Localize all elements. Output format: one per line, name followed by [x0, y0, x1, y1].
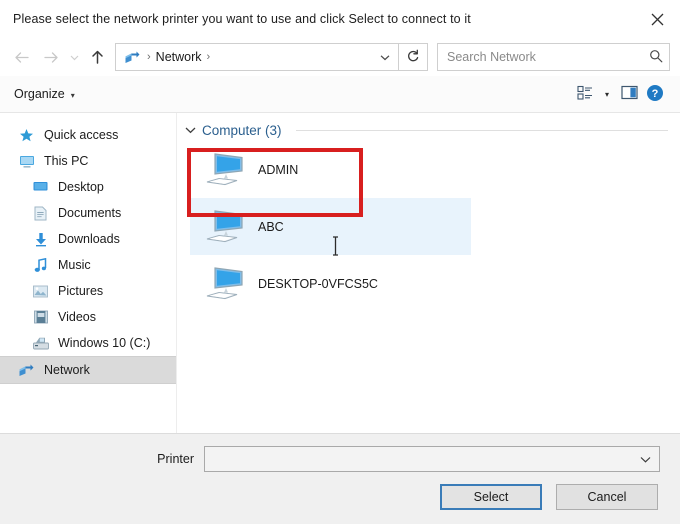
computer-icon — [202, 150, 248, 190]
help-icon: ? — [646, 84, 664, 105]
sidebar-item-pictures[interactable]: Pictures — [0, 278, 176, 304]
monitor-icon — [18, 153, 35, 170]
refresh-icon — [406, 49, 420, 66]
file-list-pane: Computer (3) ADMIN ABC DESKTOP-0VFCS5C — [177, 113, 680, 433]
sidebar-item-label: Downloads — [58, 232, 120, 246]
group-header-computer[interactable]: Computer (3) — [177, 119, 680, 141]
sidebar-item-label: Network — [44, 363, 90, 377]
close-button[interactable] — [634, 0, 680, 38]
search-box[interactable]: Search Network — [437, 43, 670, 71]
desktop-icon — [32, 179, 49, 196]
music-icon — [32, 257, 49, 274]
sidebar-item-quick-access[interactable]: Quick access — [0, 122, 176, 148]
forward-button[interactable] — [36, 42, 66, 72]
printer-row: Printer — [20, 446, 660, 472]
sidebar-item-this-pc[interactable]: This PC — [0, 148, 176, 174]
cancel-button[interactable]: Cancel — [556, 484, 658, 510]
chevron-down-icon[interactable] — [185, 126, 196, 134]
page-title: Please select the network printer you wa… — [13, 12, 471, 26]
preview-pane-icon — [620, 85, 638, 103]
sidebar-item-windows-10-c[interactable]: Windows 10 (C:) — [0, 330, 176, 356]
navigation-pane: Quick access This PC Desktop Documents D… — [0, 113, 177, 433]
star-icon — [18, 127, 35, 144]
sidebar-item-label: Videos — [58, 310, 96, 324]
sidebar-item-videos[interactable]: Videos — [0, 304, 176, 330]
sidebar-item-label: Quick access — [44, 128, 119, 142]
arrow-up-icon — [90, 49, 105, 65]
videos-icon — [32, 309, 49, 326]
sidebar-item-label: Windows 10 (C:) — [58, 336, 151, 350]
group-divider — [295, 129, 668, 131]
printer-combobox[interactable] — [204, 446, 660, 472]
sidebar-item-desktop[interactable]: Desktop — [0, 174, 176, 200]
back-button[interactable] — [6, 42, 36, 72]
sidebar-item-label: Music — [58, 258, 91, 272]
organize-label: Organize — [14, 87, 65, 101]
title-bar: Please select the network printer you wa… — [0, 0, 680, 38]
list-item-label: ADMIN — [258, 162, 299, 177]
list-item[interactable]: ADMIN — [190, 141, 471, 198]
sidebar-item-network[interactable]: Network — [0, 356, 176, 384]
search-input[interactable]: Search Network — [447, 50, 649, 64]
arrow-left-icon — [13, 50, 30, 65]
navigation-bar: › Network › Search Network — [0, 38, 680, 76]
list-item[interactable]: DESKTOP-0VFCS5C — [190, 255, 471, 312]
documents-icon — [32, 205, 49, 222]
chevron-down-icon — [70, 54, 79, 61]
group-title: Computer (3) — [202, 122, 282, 138]
sidebar-item-label: Pictures — [58, 284, 104, 298]
sidebar-item-downloads[interactable]: Downloads — [0, 226, 176, 252]
svg-text:?: ? — [652, 88, 659, 100]
view-options-icon — [577, 85, 593, 104]
arrow-right-icon — [43, 50, 60, 65]
computer-icon — [202, 207, 248, 247]
up-button[interactable] — [82, 42, 112, 72]
sidebar-item-label: This PC — [44, 154, 89, 168]
button-row: Select Cancel — [20, 484, 660, 510]
sidebar-item-label: Desktop — [58, 180, 104, 194]
chevron-down-icon: ▾ — [70, 90, 75, 100]
sidebar-item-label: Documents — [58, 206, 122, 220]
list-item-label: ABC — [258, 219, 284, 234]
view-options-button[interactable] — [572, 81, 598, 107]
sidebar-item-documents[interactable]: Documents — [0, 200, 176, 226]
refresh-button[interactable] — [399, 43, 428, 71]
search-icon — [649, 49, 663, 66]
view-options-caret[interactable]: ▾ — [598, 81, 616, 107]
dialog-footer: Printer Select Cancel — [0, 433, 680, 524]
address-bar[interactable]: › Network › — [115, 43, 399, 71]
computer-icon — [202, 264, 248, 304]
help-button[interactable]: ? — [642, 81, 668, 107]
breadcrumb-separator-leading: › — [147, 51, 151, 63]
select-button[interactable]: Select — [440, 484, 542, 510]
recent-locations-button[interactable] — [66, 42, 82, 72]
printer-label: Printer — [157, 452, 194, 466]
downloads-icon — [32, 231, 49, 248]
preview-pane-button[interactable] — [616, 81, 642, 107]
network-printer-dialog: Please select the network printer you wa… — [0, 0, 680, 524]
address-dropdown-button[interactable] — [374, 45, 396, 69]
list-item-label: DESKTOP-0VFCS5C — [258, 276, 378, 291]
organize-button[interactable]: Organize ▾ — [14, 87, 75, 101]
close-icon — [651, 13, 664, 26]
network-icon — [122, 48, 142, 66]
command-toolbar: Organize ▾ ▾ ? — [0, 76, 680, 113]
chevron-down-icon[interactable] — [635, 456, 655, 463]
network-icon — [18, 362, 35, 379]
breadcrumb-separator-trailing[interactable]: › — [202, 51, 216, 63]
drive-icon — [32, 335, 49, 352]
sidebar-item-music[interactable]: Music — [0, 252, 176, 278]
breadcrumb-network[interactable]: Network — [156, 50, 202, 64]
text-ibeam-cursor — [330, 236, 341, 259]
pictures-icon — [32, 283, 49, 300]
dialog-body: Quick access This PC Desktop Documents D… — [0, 113, 680, 433]
